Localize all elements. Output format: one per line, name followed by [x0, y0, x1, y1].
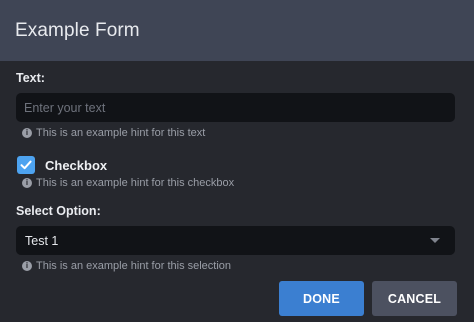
select-value: Test 1	[25, 233, 59, 248]
checkbox-hint-text: This is an example hint for this checkbo…	[36, 177, 235, 189]
cancel-button[interactable]: CANCEL	[372, 281, 457, 316]
checkbox[interactable]	[17, 156, 35, 174]
dialog-footer: DONE CANCEL	[279, 281, 457, 316]
select-hint-text: This is an example hint for this selecti…	[36, 260, 232, 272]
info-icon: i	[22, 128, 32, 138]
checkbox-hint: i This is an example hint for this check…	[22, 176, 455, 190]
text-hint: i This is an example hint for this text	[22, 126, 455, 140]
chevron-down-icon[interactable]	[430, 238, 440, 243]
dialog-title: Example Form	[15, 19, 140, 41]
example-form-dialog: Example Form Text: i This is an example …	[0, 0, 474, 322]
checkbox-row[interactable]: Checkbox	[16, 156, 455, 174]
checkbox-label[interactable]: Checkbox	[45, 158, 107, 173]
select-label: Select Option:	[16, 204, 101, 218]
info-icon: i	[22, 261, 32, 271]
text-input[interactable]	[16, 93, 455, 122]
text-field-label: Text:	[16, 71, 45, 85]
info-icon: i	[22, 178, 32, 188]
form-body: Text: i This is an example hint for this…	[0, 71, 474, 273]
text-hint-text: This is an example hint for this text	[36, 127, 206, 139]
dialog-titlebar: Example Form	[0, 0, 474, 61]
done-button[interactable]: DONE	[279, 281, 364, 316]
select-dropdown[interactable]: Test 1	[16, 226, 455, 255]
check-icon	[20, 160, 32, 170]
select-hint: i This is an example hint for this selec…	[22, 259, 455, 273]
